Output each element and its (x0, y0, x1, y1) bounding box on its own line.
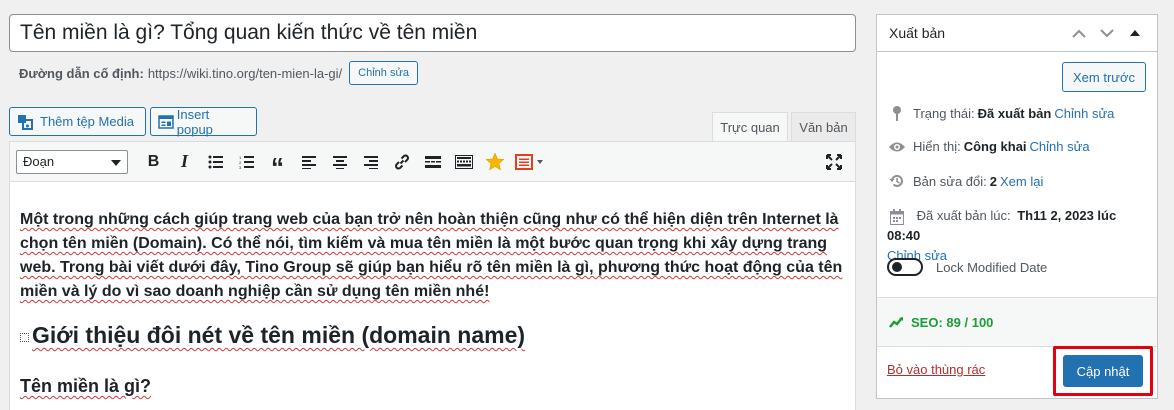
fullscreen-icon[interactable] (818, 148, 849, 176)
bullet-list-icon[interactable] (200, 148, 231, 176)
align-right-icon[interactable] (355, 148, 386, 176)
content-heading-3: Tên miền là gì? (20, 376, 152, 396)
anchor-icon (20, 332, 29, 342)
format-select-value: Đoạn (23, 154, 55, 169)
numbered-list-icon[interactable]: 123 (231, 148, 262, 176)
editor-content[interactable]: Một trong những cách giúp trang web của … (10, 182, 855, 398)
lock-modified-toggle[interactable] (887, 258, 923, 276)
permalink-edit-button[interactable]: Chỉnh sửa (349, 61, 418, 85)
blockquote-icon[interactable]: “ (262, 148, 293, 181)
content-heading-2: Giới thiệu đôi nét về tên miền (domain n… (20, 320, 845, 350)
heading-2-text: Giới thiệu đôi nét về tên miền (domain n… (32, 322, 526, 348)
chevron-up-icon[interactable] (1065, 19, 1093, 47)
visibility-value: Công khai (963, 139, 1027, 154)
content-editor[interactable]: Đoạn B I 123 “ Một trong những cách giúp… (9, 141, 856, 410)
update-button-highlight: Cập nhật (1053, 346, 1153, 396)
toolbar-toggle-icon[interactable] (448, 148, 479, 176)
history-icon (887, 173, 907, 189)
bold-icon[interactable]: B (138, 148, 169, 176)
editor-toolbar: Đoạn B I 123 “ (10, 142, 855, 182)
visibility-edit-link[interactable]: Chỉnh sửa (1030, 139, 1090, 154)
status-edit-link[interactable]: Chỉnh sửa (1054, 106, 1114, 121)
chevron-down-icon (111, 154, 121, 169)
shortcode-icon[interactable] (510, 148, 550, 176)
seo-icon (889, 316, 905, 328)
pin-icon (887, 105, 907, 121)
seo-score-row: SEO: 89 / 100 (877, 297, 1157, 347)
svg-text:3: 3 (239, 165, 242, 169)
lock-modified-label: Lock Modified Date (936, 259, 1048, 275)
content-paragraph: Một trong những cách giúp trang web của … (20, 211, 843, 300)
chevron-down-icon[interactable] (1093, 19, 1121, 47)
link-icon[interactable] (386, 148, 417, 176)
eye-icon (887, 141, 907, 153)
publish-box: Xuất bản Xem trước Trạng thái: Đã xuất b… (876, 14, 1158, 399)
status-row: Trạng thái: Đã xuất bản Chỉnh sửa (887, 105, 1114, 121)
calendar-icon (887, 208, 907, 225)
lock-modified-row: Lock Modified Date (887, 258, 1047, 276)
publish-box-header: Xuất bản (877, 15, 1157, 52)
insert-popup-label: Insert popup (176, 106, 213, 137)
revisions-value: 2 (989, 173, 997, 189)
seo-label: SEO: (911, 314, 943, 330)
editor-page: Đường dẫn cố định: https://wiki.tino.org… (0, 0, 1174, 410)
add-media-button[interactable]: Thêm tệp Media (9, 107, 146, 136)
visibility-row: Hiển thị: Công khai Chỉnh sửa (887, 139, 1090, 154)
add-media-label: Thêm tệp Media (40, 114, 134, 129)
popup-icon (157, 113, 175, 131)
revisions-row: Bản sửa đổi: 2 Xem lại (887, 173, 1043, 189)
read-more-icon[interactable] (417, 148, 448, 176)
post-title-input[interactable] (9, 14, 856, 52)
collapse-triangle-icon[interactable] (1121, 19, 1149, 47)
permalink-row: Đường dẫn cố định: https://wiki.tino.org… (19, 61, 418, 85)
italic-icon[interactable]: I (169, 148, 200, 176)
align-center-icon[interactable] (324, 148, 355, 176)
publish-box-title: Xuất bản (889, 25, 946, 41)
align-left-icon[interactable] (293, 148, 324, 176)
update-button[interactable]: Cập nhật (1063, 355, 1143, 387)
seo-value: 89 / 100 (946, 314, 994, 330)
format-select[interactable]: Đoạn (16, 149, 128, 174)
star-icon[interactable] (479, 148, 510, 176)
permalink-url[interactable]: https://wiki.tino.org/ten-mien-la-gi/ (148, 66, 342, 81)
media-icon (16, 113, 34, 131)
move-to-trash-link[interactable]: Bỏ vào thùng rác (887, 362, 985, 377)
permalink-label: Đường dẫn cố định: (19, 65, 144, 81)
tab-text[interactable]: Văn bản (791, 112, 856, 141)
tab-visual[interactable]: Trực quan (712, 112, 788, 141)
preview-button[interactable]: Xem trước (1061, 62, 1146, 92)
status-value: Đã xuất bản (977, 105, 1052, 121)
insert-popup-button[interactable]: Insert popup (150, 106, 257, 137)
published-row: Đã xuất bản lúc: Th11 2, 2023 lúc 08:40 … (887, 208, 1117, 263)
revisions-link[interactable]: Xem lại (1000, 174, 1043, 189)
